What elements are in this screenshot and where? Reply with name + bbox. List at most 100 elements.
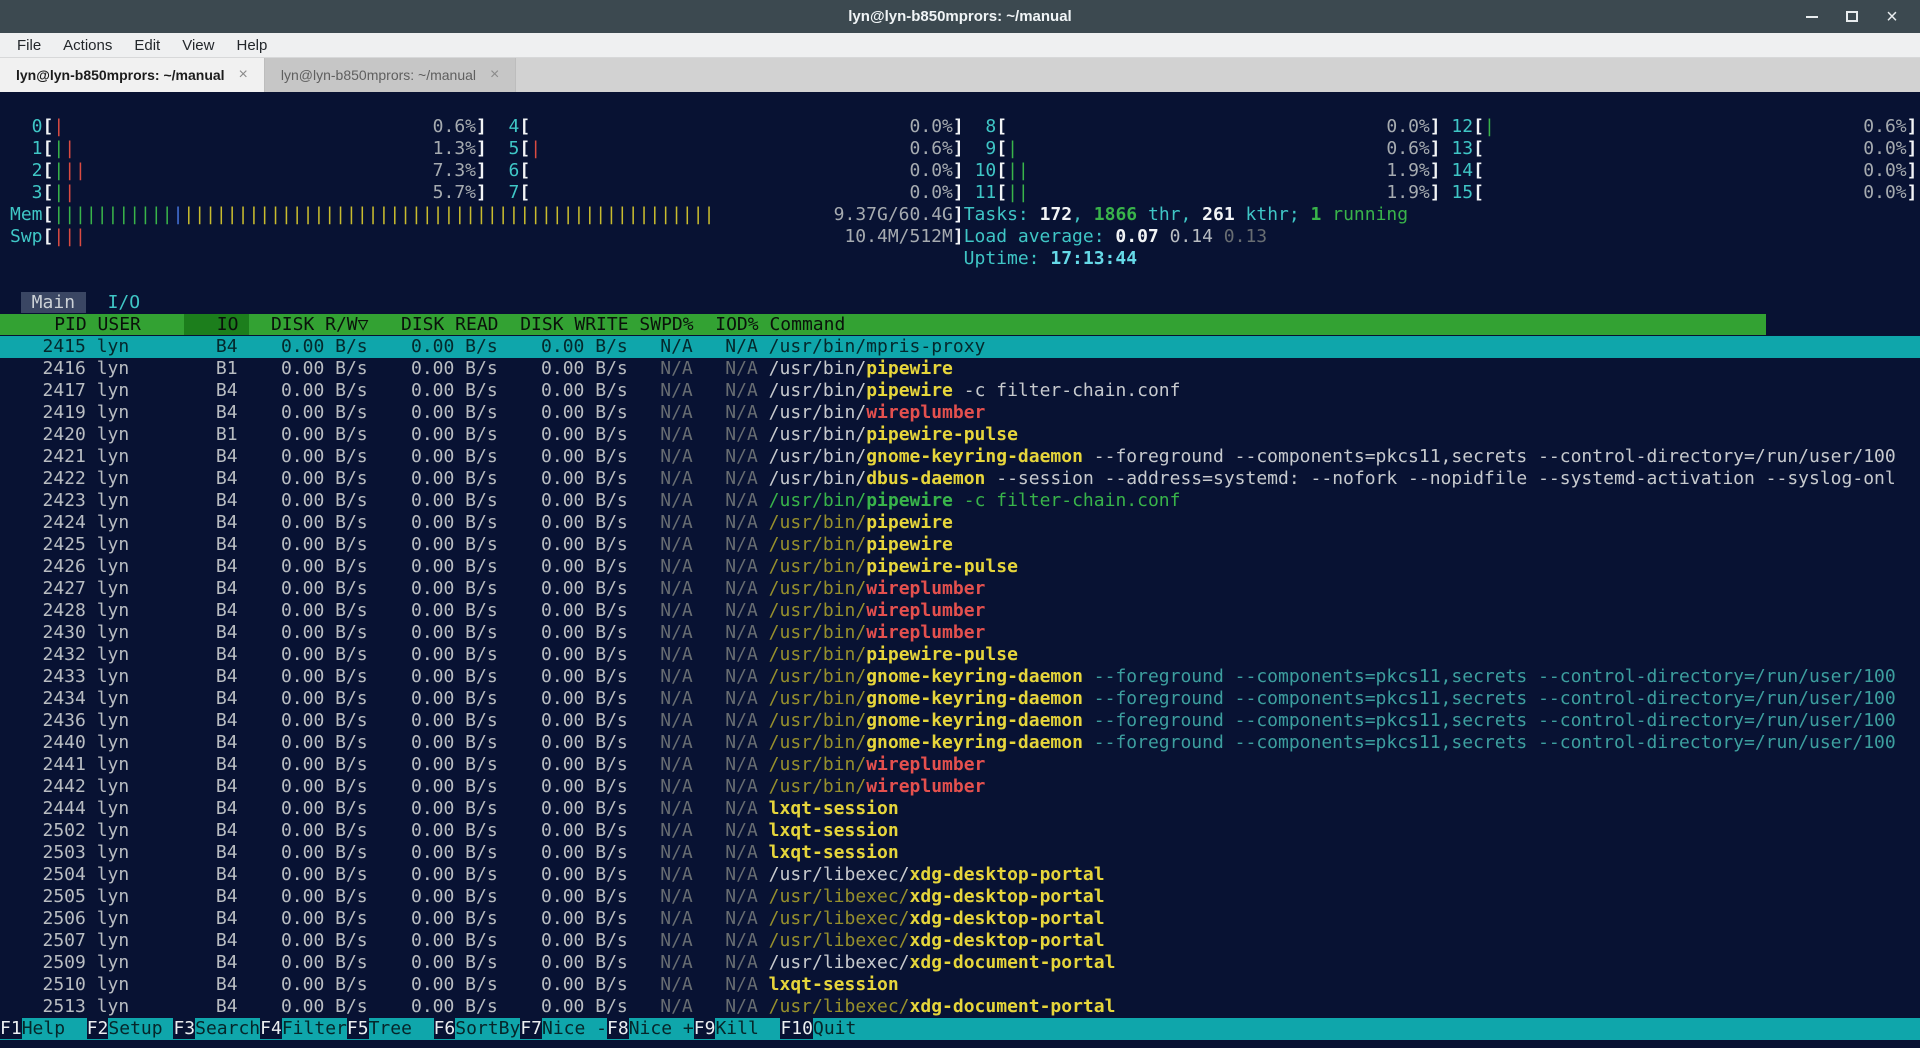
disk-read-cell: 0.00 B/s — [378, 776, 508, 797]
process-row-2509[interactable]: 2509 lyn B4 0.00 B/s 0.00 B/s 0.00 B/s N… — [0, 952, 1920, 974]
fn-f7[interactable]: F7Nice - — [520, 1018, 607, 1039]
tab-2[interactable]: lyn@lyn-b850mprors: ~/manual × — [265, 58, 516, 92]
cpu-meter-row: 1[|| 1.3%] 5[| 0.6%] 9[| 0.6%] 13[ 0.0%] — [0, 138, 1920, 160]
process-row-2504[interactable]: 2504 lyn B4 0.00 B/s 0.00 B/s 0.00 B/s N… — [0, 864, 1920, 886]
process-row-2502[interactable]: 2502 lyn B4 0.00 B/s 0.00 B/s 0.00 B/s N… — [0, 820, 1920, 842]
fn-action-label: Tree — [369, 1018, 434, 1039]
cpu9-meter-ticks: | — [1007, 138, 1018, 159]
swpd-cell: N/A — [639, 710, 704, 731]
pid-cell: 2504 — [10, 864, 97, 885]
table-header-segment[interactable]: DISK R/W▽ DISK READ DISK WRITE SWPD% IOD… — [249, 314, 845, 335]
process-row-2427[interactable]: 2427 lyn B4 0.00 B/s 0.00 B/s 0.00 B/s N… — [0, 578, 1920, 600]
process-row-2423[interactable]: 2423 lyn B4 0.00 B/s 0.00 B/s 0.00 B/s N… — [0, 490, 1920, 512]
menu-edit[interactable]: Edit — [123, 33, 171, 57]
cpu12-meter-pad — [1495, 116, 1863, 137]
iod-cell: N/A — [704, 490, 769, 511]
user-cell: lyn — [97, 534, 195, 555]
process-row-2419[interactable]: 2419 lyn B4 0.00 B/s 0.00 B/s 0.00 B/s N… — [0, 402, 1920, 424]
fn-action-label: Filter — [282, 1018, 347, 1039]
disk-rw-cell: 0.00 B/s — [248, 886, 378, 907]
table-header-segment[interactable]: PID USER — [11, 314, 184, 335]
cpu7-meter-label: 7 — [487, 182, 520, 203]
fn-f1[interactable]: F1Help — [0, 1018, 87, 1039]
disk-read-cell: 0.00 B/s — [378, 952, 508, 973]
process-row-2444[interactable]: 2444 lyn B4 0.00 B/s 0.00 B/s 0.00 B/s N… — [0, 798, 1920, 820]
command-cell: /usr/bin/mpris-proxy — [769, 336, 986, 357]
window-title: lyn@lyn-b850mprors: ~/manual — [0, 0, 1920, 33]
menu-file[interactable]: File — [6, 33, 52, 57]
tab-1[interactable]: lyn@lyn-b850mprors: ~/manual × — [0, 58, 265, 92]
process-row-2433[interactable]: 2433 lyn B4 0.00 B/s 0.00 B/s 0.00 B/s N… — [0, 666, 1920, 688]
fn-f2[interactable]: F2Setup — [87, 1018, 174, 1039]
process-row-2505[interactable]: 2505 lyn B4 0.00 B/s 0.00 B/s 0.00 B/s N… — [0, 886, 1920, 908]
terminal-screen[interactable]: 0[| 0.6%] 4[ 0.0%] 8[ 0.0%] 12[| 0.6%] 1… — [0, 92, 1920, 1048]
disk-rw-cell: 0.00 B/s — [248, 974, 378, 995]
tab-1-close-icon[interactable]: × — [239, 66, 248, 84]
process-row-2434[interactable]: 2434 lyn B4 0.00 B/s 0.00 B/s 0.00 B/s N… — [0, 688, 1920, 710]
process-row-2416[interactable]: 2416 lyn B1 0.00 B/s 0.00 B/s 0.00 B/s N… — [0, 358, 1920, 380]
cpu4-meter-value: 0.0% — [910, 116, 953, 137]
process-row-2425[interactable]: 2425 lyn B4 0.00 B/s 0.00 B/s 0.00 B/s N… — [0, 534, 1920, 556]
process-row-2442[interactable]: 2442 lyn B4 0.00 B/s 0.00 B/s 0.00 B/s N… — [0, 776, 1920, 798]
cpu12-meter-value: 0.6% — [1863, 116, 1906, 137]
command-cell: gnome-keyring-daemon — [866, 710, 1083, 731]
fn-f6[interactable]: F6SortBy — [434, 1018, 521, 1039]
cpu6-meter-value: 0.0% — [910, 160, 953, 181]
tasks-text: kthr; — [1235, 204, 1311, 225]
process-row-2510[interactable]: 2510 lyn B4 0.00 B/s 0.00 B/s 0.00 B/s N… — [0, 974, 1920, 996]
cpu1-meter-bracket: ] — [476, 138, 487, 159]
swpd-cell: N/A — [639, 974, 704, 995]
process-row-2506[interactable]: 2506 lyn B4 0.00 B/s 0.00 B/s 0.00 B/s N… — [0, 908, 1920, 930]
cpu3-meter-ticks: | — [53, 182, 64, 203]
command-cell: /usr/bin/ — [769, 446, 867, 467]
process-row-2428[interactable]: 2428 lyn B4 0.00 B/s 0.00 B/s 0.00 B/s N… — [0, 600, 1920, 622]
cpu2-meter-ticks: || — [64, 160, 86, 181]
process-row-2426[interactable]: 2426 lyn B4 0.00 B/s 0.00 B/s 0.00 B/s N… — [0, 556, 1920, 578]
disk-rw-cell: 0.00 B/s — [248, 556, 378, 577]
process-row-2430[interactable]: 2430 lyn B4 0.00 B/s 0.00 B/s 0.00 B/s N… — [0, 622, 1920, 644]
screen-tab-io[interactable]: I/O — [108, 292, 141, 313]
fn-f9[interactable]: F9Kill — [694, 1018, 781, 1039]
iod-cell: N/A — [704, 512, 769, 533]
process-row-2440[interactable]: 2440 lyn B4 0.00 B/s 0.00 B/s 0.00 B/s N… — [0, 732, 1920, 754]
menu-actions[interactable]: Actions — [52, 33, 123, 57]
cpu8-meter-pad — [1007, 116, 1386, 137]
command-cell: pipewire-pulse — [866, 556, 1018, 577]
process-row-2421[interactable]: 2421 lyn B4 0.00 B/s 0.00 B/s 0.00 B/s N… — [0, 446, 1920, 468]
fn-f4[interactable]: F4Filter — [260, 1018, 347, 1039]
minimize-button[interactable] — [1792, 0, 1832, 33]
disk-read-cell: 0.00 B/s — [378, 842, 508, 863]
command-cell: xdg-desktop-portal — [910, 864, 1105, 885]
close-button[interactable]: × — [1872, 0, 1912, 33]
iod-cell: N/A — [704, 424, 769, 445]
process-row-2441[interactable]: 2441 lyn B4 0.00 B/s 0.00 B/s 0.00 B/s N… — [0, 754, 1920, 776]
process-row-2503[interactable]: 2503 lyn B4 0.00 B/s 0.00 B/s 0.00 B/s N… — [0, 842, 1920, 864]
fn-action-label: Nice + — [629, 1018, 694, 1039]
iod-cell: N/A — [704, 974, 769, 995]
screen-tab-main[interactable]: Main — [21, 292, 86, 313]
process-row-2415[interactable]: 2415 lyn B4 0.00 B/s 0.00 B/s 0.00 B/s N… — [0, 336, 1920, 358]
process-row-2507[interactable]: 2507 lyn B4 0.00 B/s 0.00 B/s 0.00 B/s N… — [0, 930, 1920, 952]
process-row-2422[interactable]: 2422 lyn B4 0.00 B/s 0.00 B/s 0.00 B/s N… — [0, 468, 1920, 490]
fn-f5[interactable]: F5Tree — [347, 1018, 434, 1039]
process-row-2513[interactable]: 2513 lyn B4 0.00 B/s 0.00 B/s 0.00 B/s N… — [0, 996, 1920, 1018]
tab-2-close-icon[interactable]: × — [490, 66, 499, 84]
fn-action-label: SortBy — [455, 1018, 520, 1039]
menu-help[interactable]: Help — [225, 33, 278, 57]
disk-write-cell: 0.00 B/s — [509, 600, 639, 621]
menu-view[interactable]: View — [171, 33, 225, 57]
table-header-segment[interactable]: IO — [184, 314, 249, 335]
process-row-2432[interactable]: 2432 lyn B4 0.00 B/s 0.00 B/s 0.00 B/s N… — [0, 644, 1920, 666]
process-row-2424[interactable]: 2424 lyn B4 0.00 B/s 0.00 B/s 0.00 B/s N… — [0, 512, 1920, 534]
process-row-2436[interactable]: 2436 lyn B4 0.00 B/s 0.00 B/s 0.00 B/s N… — [0, 710, 1920, 732]
fn-f10[interactable]: F10Quit — [780, 1018, 878, 1039]
fn-f3[interactable]: F3Search — [173, 1018, 260, 1039]
cpu15-meter-label: 15 — [1441, 182, 1474, 203]
io-class-cell: B4 — [194, 600, 248, 621]
fn-f8[interactable]: F8Nice + — [607, 1018, 694, 1039]
fn-key-label: F2 — [87, 1018, 109, 1039]
process-row-2417[interactable]: 2417 lyn B4 0.00 B/s 0.00 B/s 0.00 B/s N… — [0, 380, 1920, 402]
pid-cell: 2433 — [10, 666, 97, 687]
process-row-2420[interactable]: 2420 lyn B1 0.00 B/s 0.00 B/s 0.00 B/s N… — [0, 424, 1920, 446]
maximize-button[interactable] — [1832, 0, 1872, 33]
